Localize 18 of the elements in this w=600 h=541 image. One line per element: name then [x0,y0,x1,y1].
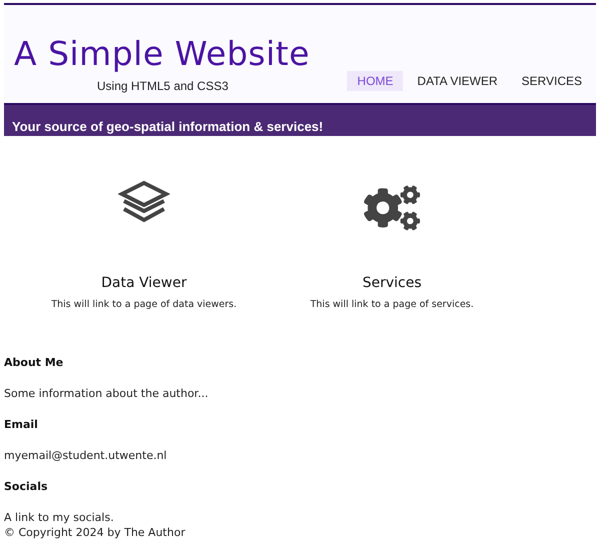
site-title: A Simple Website [14,34,310,73]
layers-icon [118,180,170,224]
nav-link[interactable]: DATA VIEWER [407,71,508,91]
feature-title: Data Viewer [101,275,187,291]
footer-text: A link to my socials. [4,511,115,524]
site-subtitle: Using HTML5 and CSS3 [97,79,230,93]
nav-link[interactable]: HOME [347,71,404,91]
footer-heading: Socials [4,480,49,493]
banner-text: Your source of geo-spatial information & services! [11,119,324,136]
nav-link[interactable]: SERVICES [512,71,592,91]
copyright-text: © Copyright 2024 by The Author [4,526,186,539]
footer-text: Some information about the author... [4,387,210,400]
footer-text: myemail@student.utwente.nl [4,449,168,462]
footer-heading: Email [4,418,39,431]
feature-title: Services [362,275,422,291]
footer-heading: About Me [4,356,64,369]
feature-description: This will link to a page of data viewers. [51,299,237,310]
feature-description: This will link to a page of services. [310,299,474,310]
